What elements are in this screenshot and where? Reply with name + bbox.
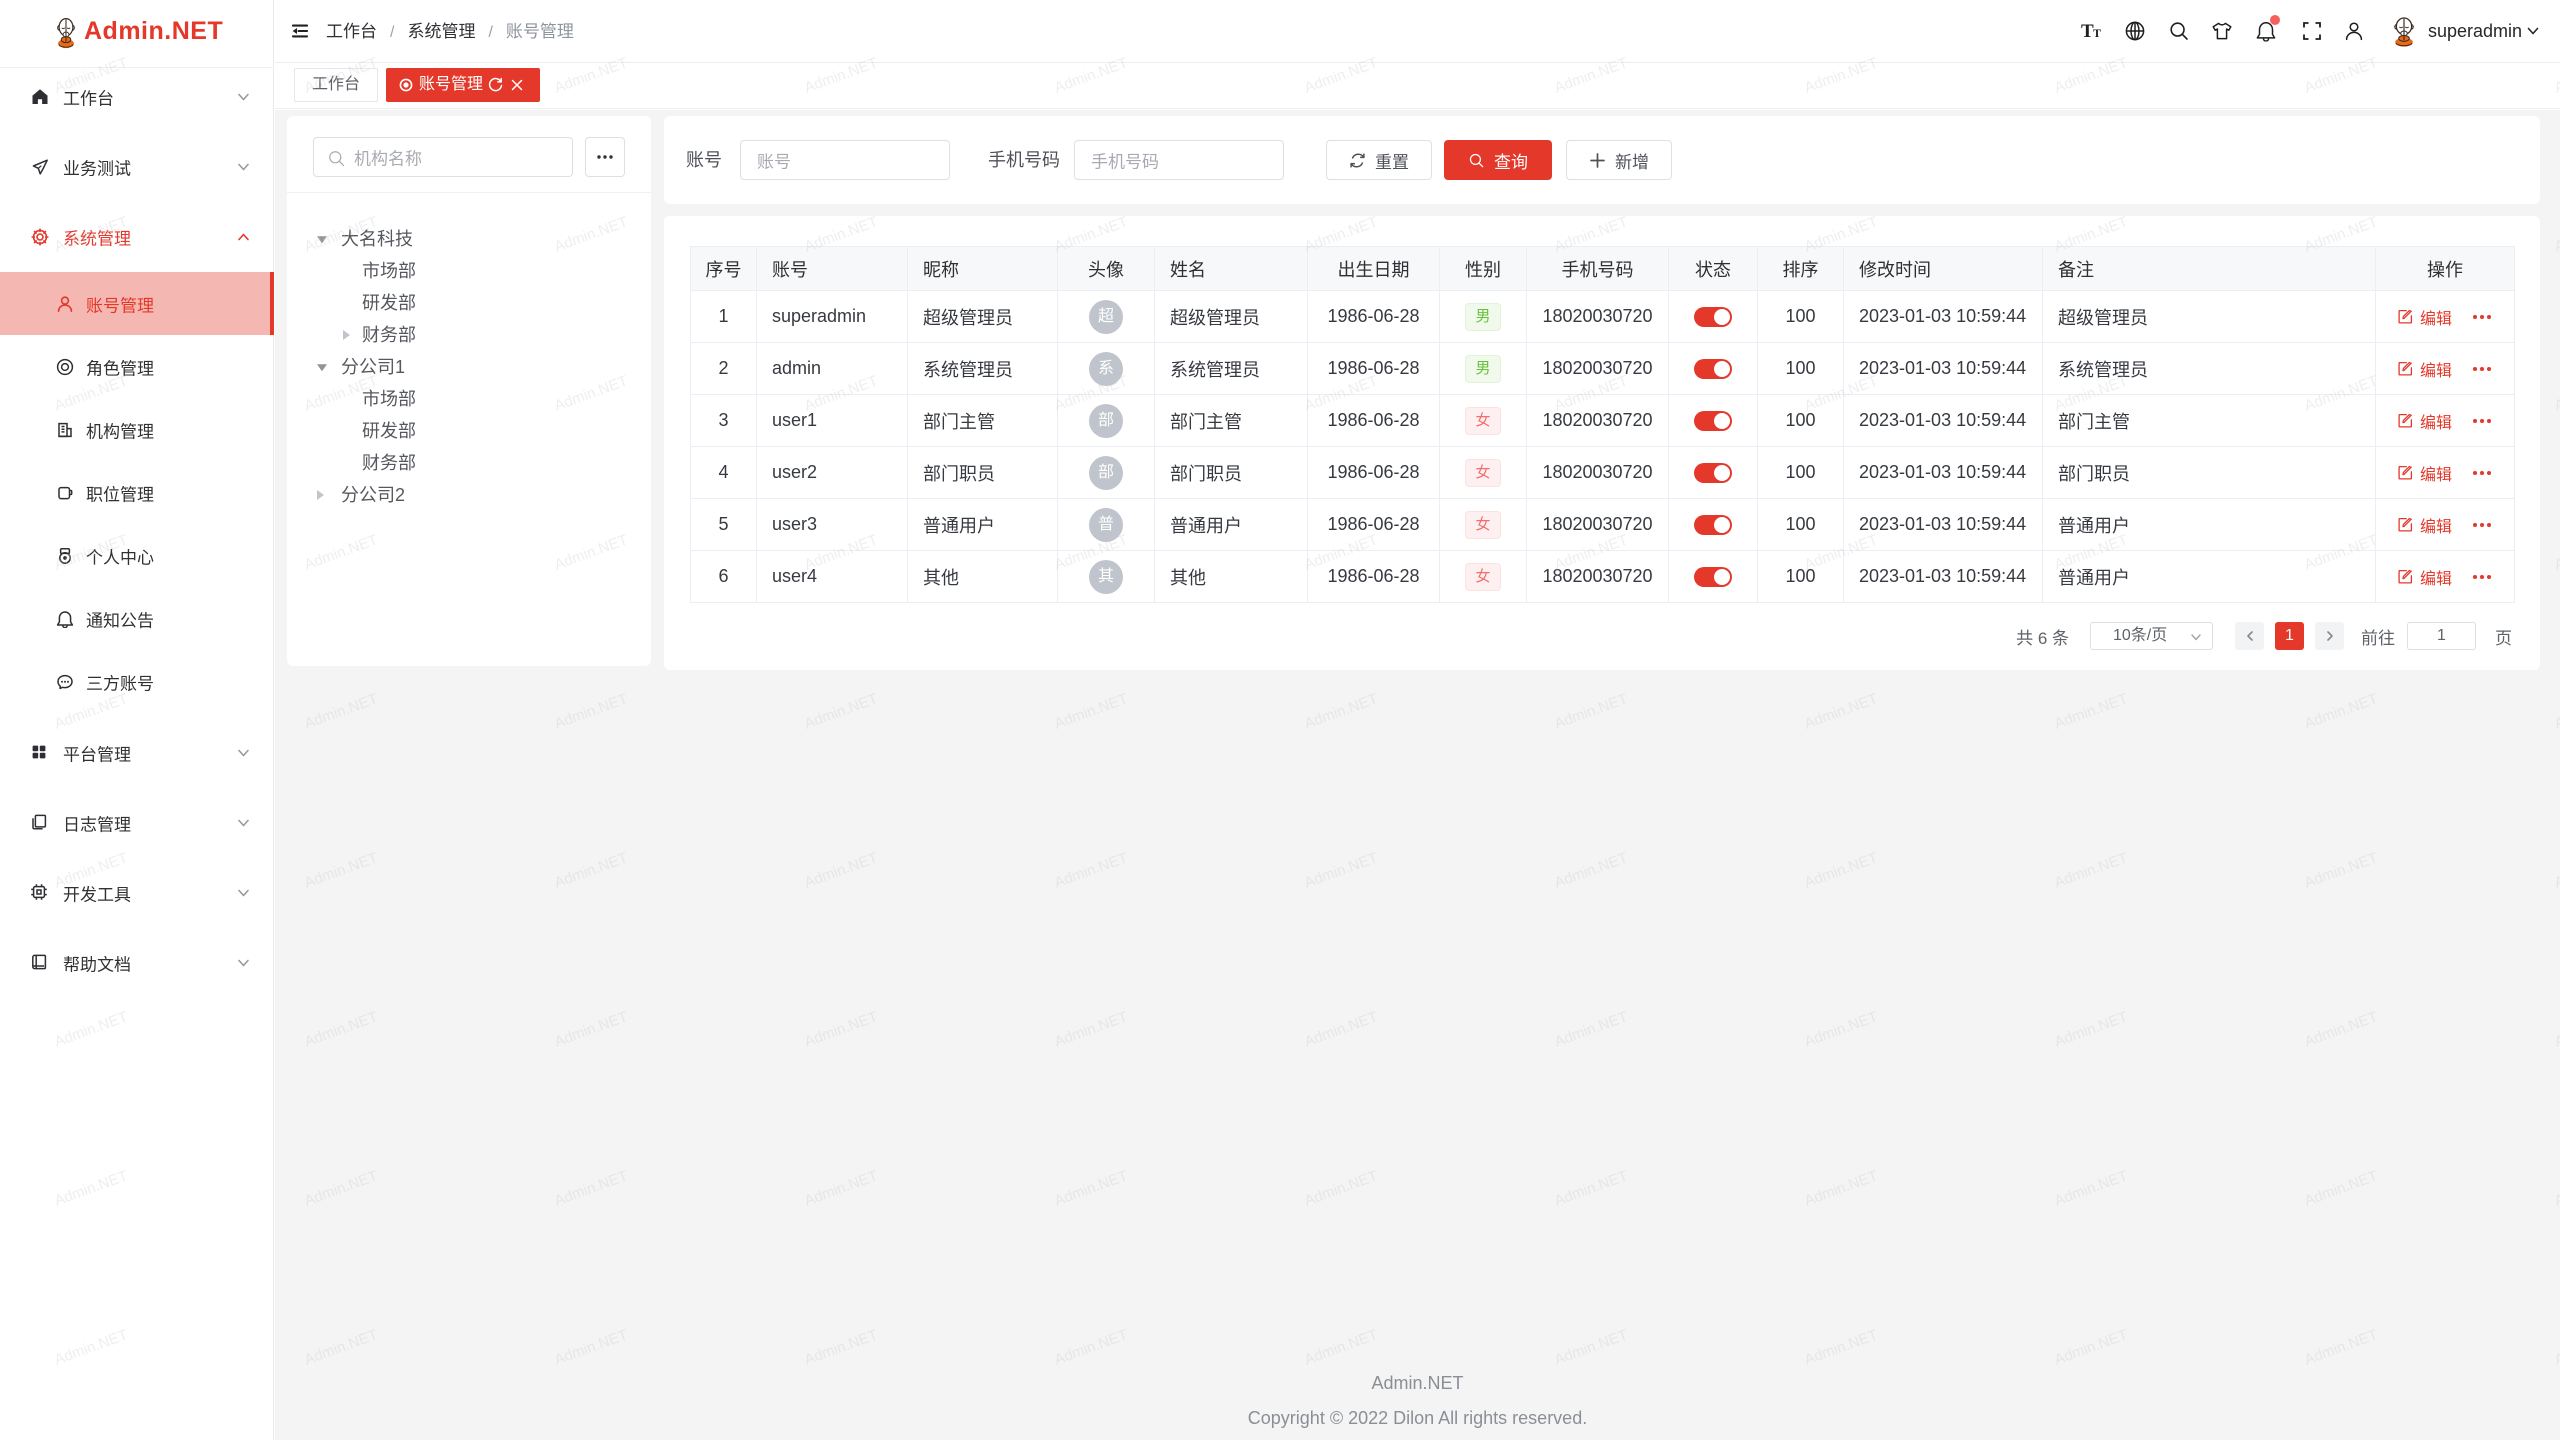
svg-text:T: T [2093, 26, 2101, 40]
